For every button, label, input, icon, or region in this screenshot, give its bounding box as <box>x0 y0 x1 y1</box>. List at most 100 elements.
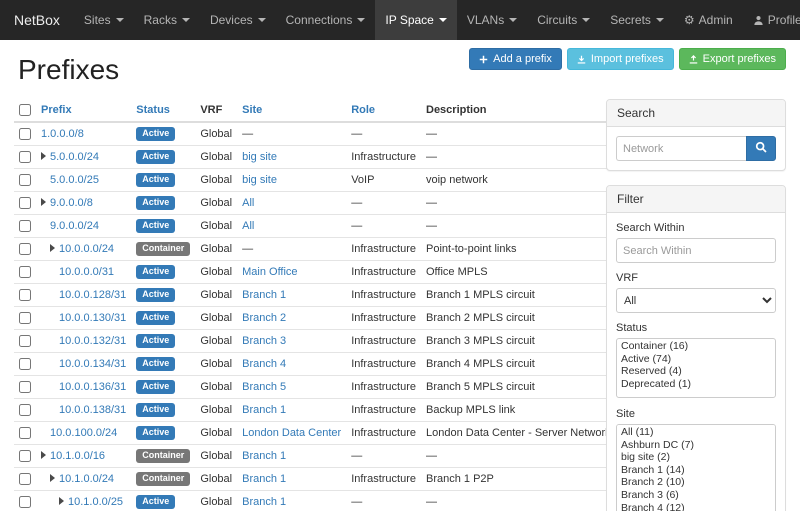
status-filter-list[interactable]: Container (16)Active (74)Reserved (4)Dep… <box>616 338 776 398</box>
row-checkbox[interactable] <box>19 151 31 163</box>
prefix-link[interactable]: 10.0.100.0/24 <box>50 427 117 439</box>
site-link[interactable]: All <box>242 197 254 209</box>
row-checkbox[interactable] <box>19 473 31 485</box>
prefix-link[interactable]: 10.0.0.0/31 <box>59 266 114 278</box>
sort-link-site[interactable]: Site <box>242 104 262 116</box>
prefix-link[interactable]: 10.0.0.128/31 <box>59 289 126 301</box>
prefix-link[interactable]: 10.0.0.0/24 <box>59 243 114 255</box>
prefix-cell: 10.0.0.138/31 <box>36 399 131 422</box>
row-checkbox[interactable] <box>19 197 31 209</box>
site-option[interactable]: Branch 3 (6) <box>617 489 775 502</box>
site-link[interactable]: Branch 1 <box>242 473 286 485</box>
site-link[interactable]: big site <box>242 174 277 186</box>
navbar-item-secrets[interactable]: Secrets <box>600 0 674 40</box>
expand-toggle-icon[interactable] <box>41 198 46 206</box>
row-checkbox[interactable] <box>19 174 31 186</box>
add-a-prefix-button[interactable]: Add a prefix <box>469 48 562 70</box>
expand-toggle-icon[interactable] <box>41 152 46 160</box>
row-checkbox[interactable] <box>19 128 31 140</box>
prefix-link[interactable]: 10.0.0.134/31 <box>59 358 126 370</box>
navbar-item-sites[interactable]: Sites <box>74 0 134 40</box>
vrf-cell: Global <box>195 238 237 261</box>
site-link[interactable]: Main Office <box>242 266 297 278</box>
prefix-link[interactable]: 10.0.0.130/31 <box>59 312 126 324</box>
prefix-link[interactable]: 10.1.0.0/25 <box>68 496 123 508</box>
prefix-link[interactable]: 10.0.0.132/31 <box>59 335 126 347</box>
site-option[interactable]: Branch 1 (14) <box>617 464 775 477</box>
prefix-link[interactable]: 5.0.0.0/24 <box>50 151 99 163</box>
row-checkbox[interactable] <box>19 266 31 278</box>
status-cell: Active <box>131 307 195 330</box>
site-link[interactable]: big site <box>242 151 277 163</box>
status-option[interactable]: Deprecated (1) <box>617 378 775 391</box>
export-prefixes-button[interactable]: Export prefixes <box>679 48 786 70</box>
row-checkbox[interactable] <box>19 243 31 255</box>
prefix-link[interactable]: 5.0.0.0/25 <box>50 174 99 186</box>
navbar-admin-link[interactable]: ⚙Admin <box>674 0 743 40</box>
navbar-item-connections[interactable]: Connections <box>276 0 376 40</box>
search-button[interactable] <box>746 136 776 161</box>
site-link[interactable]: Branch 1 <box>242 496 286 508</box>
row-checkbox[interactable] <box>19 312 31 324</box>
row-checkbox[interactable] <box>19 496 31 508</box>
prefix-link[interactable]: 9.0.0.0/24 <box>50 220 99 232</box>
status-badge: Active <box>136 288 175 302</box>
site-option[interactable]: Branch 2 (10) <box>617 476 775 489</box>
brand-logo[interactable]: NetBox <box>0 0 74 40</box>
status-option[interactable]: Container (16) <box>617 340 775 353</box>
site-link[interactable]: Branch 2 <box>242 312 286 324</box>
site-link[interactable]: London Data Center <box>242 427 341 439</box>
navbar-item-racks[interactable]: Racks <box>134 0 200 40</box>
navbar-item-vlans[interactable]: VLANs <box>457 0 527 40</box>
site-filter-list[interactable]: All (11)Ashburn DC (7)big site (2)Branch… <box>616 424 776 511</box>
status-badge: Active <box>136 173 175 187</box>
prefix-link[interactable]: 10.0.0.136/31 <box>59 381 126 393</box>
prefix-row: 10.0.100.0/24ActiveGlobalLondon Data Cen… <box>14 422 616 445</box>
row-checkbox[interactable] <box>19 404 31 416</box>
prefix-link[interactable]: 1.0.0.0/8 <box>41 128 84 140</box>
status-option[interactable]: Active (74) <box>617 353 775 366</box>
search-input[interactable] <box>616 136 746 161</box>
select-all-checkbox[interactable] <box>19 104 31 116</box>
navbar-profile-link[interactable]: Profile <box>743 0 800 40</box>
expand-toggle-icon[interactable] <box>50 244 55 252</box>
navbar-item-devices[interactable]: Devices <box>200 0 276 40</box>
row-checkbox[interactable] <box>19 358 31 370</box>
site-option[interactable]: big site (2) <box>617 451 775 464</box>
import-prefixes-button[interactable]: Import prefixes <box>567 48 674 70</box>
description-cell: — <box>421 491 616 511</box>
site-link[interactable]: All <box>242 220 254 232</box>
prefix-link[interactable]: 9.0.0.0/8 <box>50 197 93 209</box>
site-option[interactable]: All (11) <box>617 426 775 439</box>
prefix-link[interactable]: 10.0.0.138/31 <box>59 404 126 416</box>
role-cell: Infrastructure <box>346 353 421 376</box>
expand-toggle-icon[interactable] <box>50 474 55 482</box>
vrf-select[interactable]: All <box>616 288 776 313</box>
site-option[interactable]: Ashburn DC (7) <box>617 439 775 452</box>
navbar-item-circuits[interactable]: Circuits <box>527 0 600 40</box>
site-link[interactable]: Branch 4 <box>242 358 286 370</box>
expand-toggle-icon[interactable] <box>41 451 46 459</box>
table-header-row: PrefixStatusVRFSiteRoleDescription <box>14 99 616 122</box>
site-link[interactable]: Branch 5 <box>242 381 286 393</box>
row-checkbox[interactable] <box>19 335 31 347</box>
site-link[interactable]: Branch 1 <box>242 289 286 301</box>
expand-toggle-icon[interactable] <box>59 497 64 505</box>
sort-link-prefix[interactable]: Prefix <box>41 104 72 116</box>
site-option[interactable]: Branch 4 (12) <box>617 502 775 511</box>
row-checkbox[interactable] <box>19 450 31 462</box>
sort-link-role[interactable]: Role <box>351 104 375 116</box>
row-checkbox[interactable] <box>19 220 31 232</box>
site-link[interactable]: Branch 3 <box>242 335 286 347</box>
prefix-link[interactable]: 10.1.0.0/24 <box>59 473 114 485</box>
navbar-item-ip-space[interactable]: IP Space <box>375 0 456 40</box>
prefix-link[interactable]: 10.1.0.0/16 <box>50 450 105 462</box>
site-link[interactable]: Branch 1 <box>242 450 286 462</box>
search-within-input[interactable] <box>616 238 776 263</box>
row-checkbox[interactable] <box>19 289 31 301</box>
site-link[interactable]: Branch 1 <box>242 404 286 416</box>
sort-link-status[interactable]: Status <box>136 104 170 116</box>
row-checkbox[interactable] <box>19 381 31 393</box>
row-checkbox[interactable] <box>19 427 31 439</box>
status-option[interactable]: Reserved (4) <box>617 365 775 378</box>
